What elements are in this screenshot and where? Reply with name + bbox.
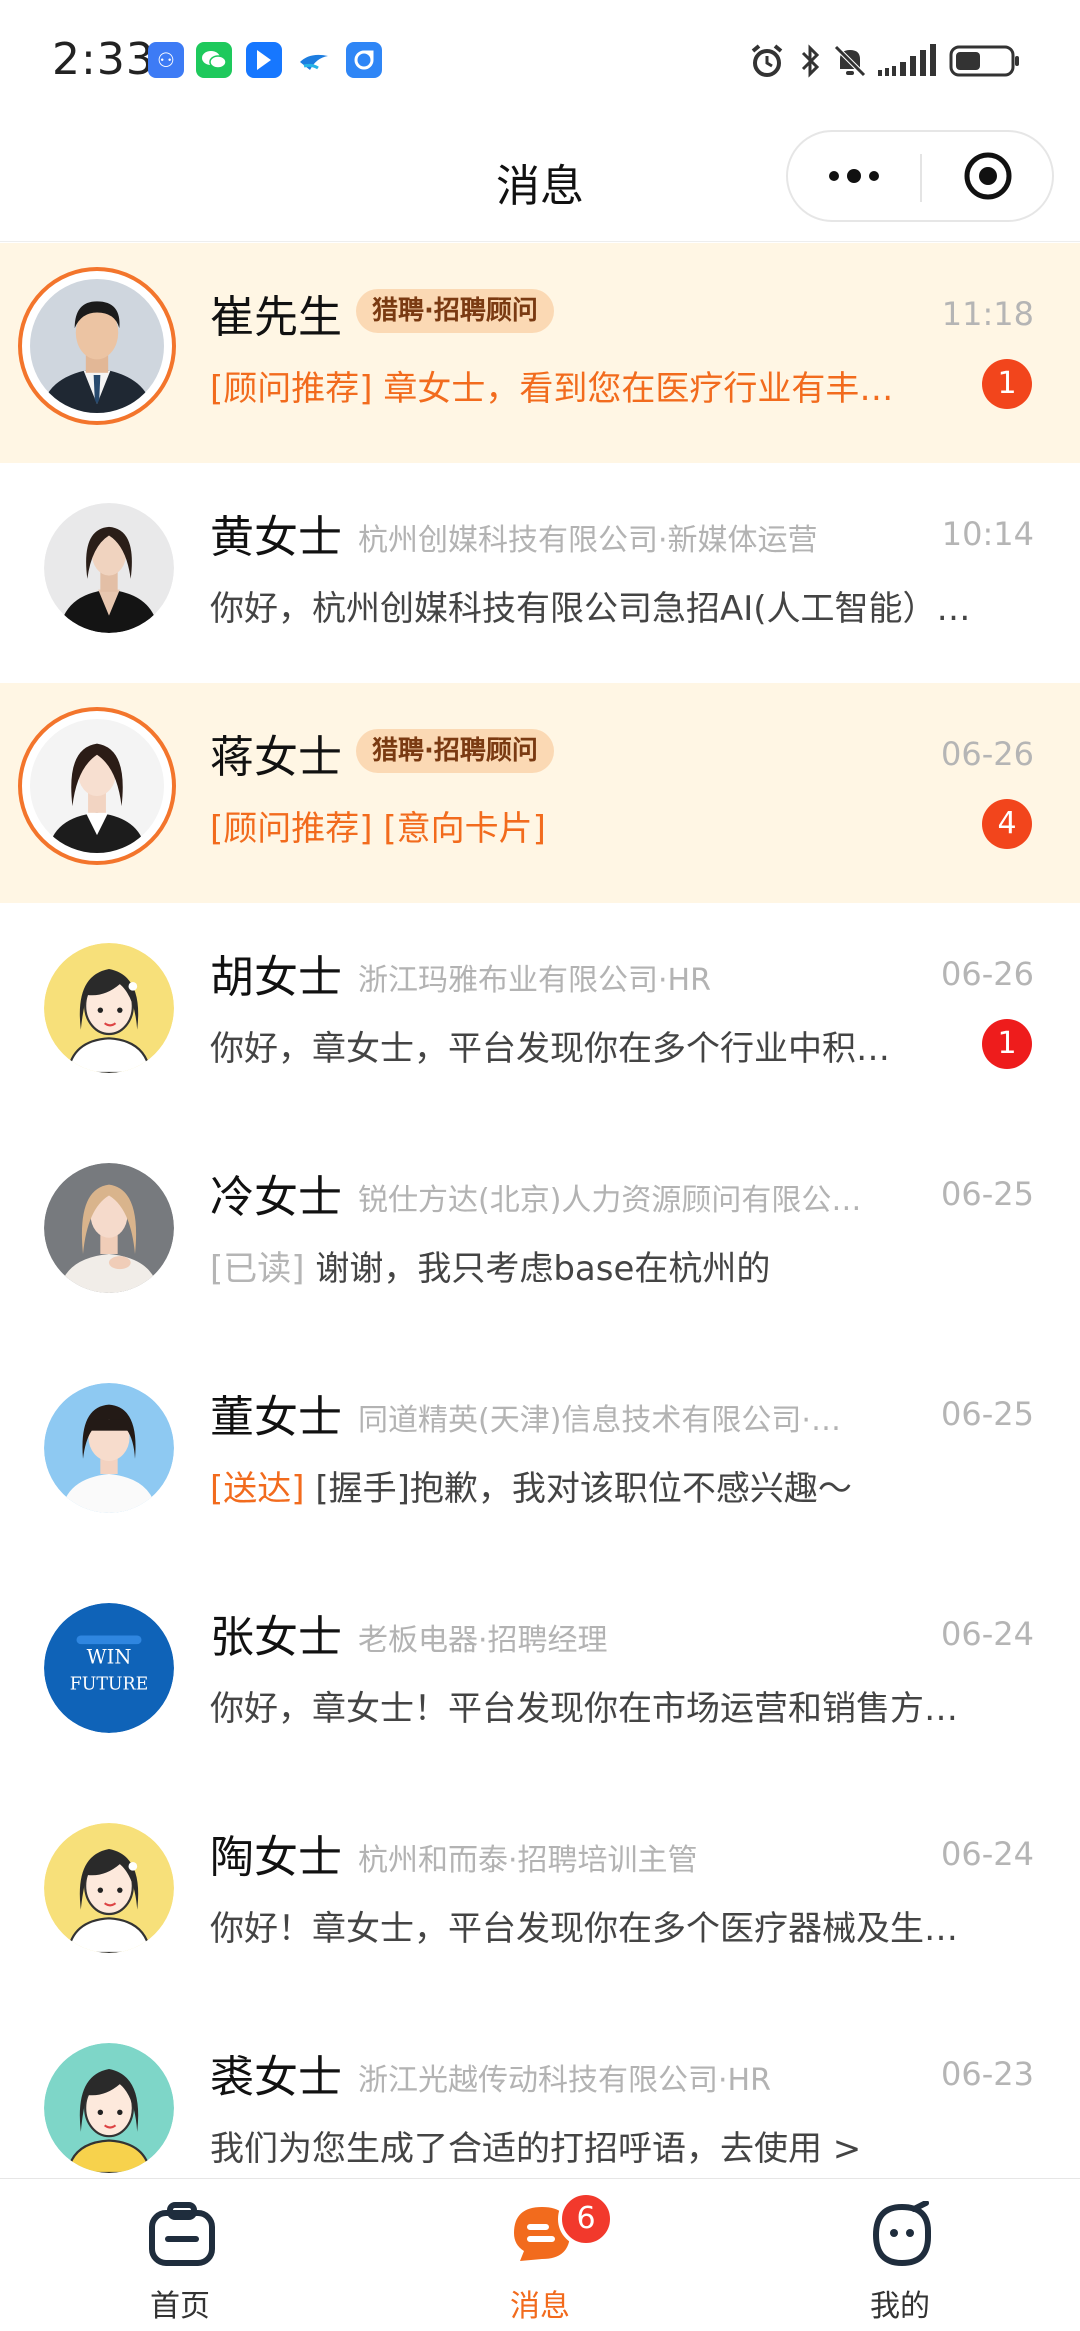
svg-text:FUTURE: FUTURE [70,1675,148,1695]
app-d-icon [346,42,382,78]
message-preview: 你好，章女士，平台发现你在多个行业中积… [210,1029,890,1069]
message-preview: 我们为您生成了合适的打招呼语，去使用 > [210,2129,862,2169]
message-time: 06-24 [941,1835,1034,1873]
message-row[interactable]: 蒋女士 猎聘·招聘顾问 06-26 [顾问推荐] [意向卡片] 4 [0,683,1080,903]
briefcase-icon [149,2202,215,2266]
contact-name: 崔先生 [210,292,342,343]
avatar [44,1383,174,1513]
company-title: 浙江玛雅布业有限公司·HR [358,963,711,998]
message-preview: 你好！章女士，平台发现你在多个医疗器械及生… [210,1909,958,1949]
contact-name: 董女士 [210,1392,342,1443]
tab-messages-label: 消息 [510,2289,570,2324]
preview-text: [握手]抱歉，我对该职位不感兴趣～ [304,1469,852,1509]
message-time: 10:14 [941,515,1034,553]
contact-name: 蒋女士 [210,732,342,783]
tab-mine-label: 我的 [870,2289,930,2324]
close-mini-program-button[interactable] [922,132,1054,220]
tab-home-label: 首页 [150,2289,210,2324]
target-close-icon [964,152,1012,200]
app-b-icon [246,42,282,78]
alarm-icon [748,42,786,80]
message-row[interactable]: 崔先生 猎聘·招聘顾问 11:18 [顾问推荐] 章女士，看到您在医疗行业有丰…… [0,243,1080,463]
messages-screen: 2:33 ⚇ 消息 崔先生 猎聘·招聘顾问 11:18 [顾问推荐] 章女士，看… [0,0,1080,2331]
message-time: 06-24 [941,1615,1034,1653]
profile-face-icon [872,2201,931,2267]
status-time: 2:33 [52,34,155,85]
more-button[interactable] [788,132,920,220]
nav-bar: 消息 [0,120,1080,242]
status-bar: 2:33 ⚇ [0,0,1080,120]
messages-unread-badge: 6 [558,2191,614,2247]
tab-home[interactable]: 首页 [0,2179,360,2331]
unread-badge: 1 [982,359,1032,409]
avatar [18,267,176,425]
more-dots-icon [829,169,879,183]
unread-badge: 1 [982,1019,1032,1069]
contact-name: 黄女士 [210,512,342,563]
message-row[interactable]: 陶女士 杭州和而泰·招聘培训主管 06-24 你好！章女士，平台发现你在多个医疗… [0,1783,1080,2003]
message-time: 11:18 [941,295,1034,333]
preview-prefix: [顾问推荐] [意向卡片] [210,809,546,849]
avatar: WIN FUTURE [44,1603,174,1733]
contact-name: 冷女士 [210,1172,342,1223]
avatar [44,1823,174,1953]
company-title: 锐仕方达(北京)人力资源顾问有限公… [358,1183,862,1218]
bluetooth-icon [796,42,826,80]
preview-text: 章女士，看到您在医疗行业有丰… [372,369,894,409]
app-c-icon [296,42,332,78]
recruiter-tag: 猎聘·招聘顾问 [356,289,554,333]
message-preview: [送达] [握手]抱歉，我对该职位不感兴趣～ [210,1461,990,1510]
unread-badge: 4 [982,799,1032,849]
company-title: 杭州和而泰·招聘培训主管 [358,1843,698,1878]
company-title: 浙江光越传动科技有限公司·HR [358,2063,771,2098]
message-preview: [顾问推荐] 章女士，看到您在医疗行业有丰… [210,361,990,410]
battery-icon [948,42,1022,80]
message-time: 06-23 [941,2055,1034,2093]
avatar [44,1163,174,1293]
message-time: 06-26 [941,955,1034,993]
contact-name: 陶女士 [210,1832,342,1883]
signal-icon [876,42,938,80]
preview-prefix: [顾问推荐] [210,369,373,409]
delivered-status: [送达] [210,1469,305,1509]
message-preview: [顾问推荐] [意向卡片] [210,801,990,850]
contact-name: 胡女士 [210,952,342,1003]
recruiter-tag: 猎聘·招聘顾问 [356,729,554,773]
tab-messages[interactable]: 6 消息 [360,2179,720,2331]
avatar [18,707,176,865]
message-row[interactable]: 董女士 同道精英(天津)信息技术有限公司·… 06-25 [送达] [握手]抱歉… [0,1343,1080,1563]
wechat-icon [196,42,232,78]
preview-text: 谢谢，我只考虑base在杭州的 [304,1249,771,1289]
avatar [44,2043,174,2173]
message-preview: 你好，杭州创媒科技有限公司急招AI(人工智能）… [210,589,971,629]
logo-text: WIN [87,1646,132,1669]
company-title: 杭州创媒科技有限公司·新媒体运营 [358,523,818,558]
message-time: 06-25 [941,1395,1034,1433]
company-title: 老板电器·招聘经理 [358,1623,608,1658]
message-preview: 你好，章女士！平台发现你在市场运营和销售方… [210,1689,958,1729]
message-time: 06-26 [941,735,1034,773]
message-list: 崔先生 猎聘·招聘顾问 11:18 [顾问推荐] 章女士，看到您在医疗行业有丰…… [0,243,1080,2223]
app-a-icon: ⚇ [148,42,184,78]
mute-icon [832,42,868,80]
message-row[interactable]: 胡女士 浙江玛雅布业有限公司·HR 06-26 你好，章女士，平台发现你在多个行… [0,903,1080,1123]
contact-name: 裘女士 [210,2052,342,2103]
contact-name: 张女士 [210,1612,342,1663]
company-title: 同道精英(天津)信息技术有限公司·… [358,1403,841,1438]
message-preview: [已读] 谢谢，我只考虑base在杭州的 [210,1241,990,1290]
message-row[interactable]: 冷女士 锐仕方达(北京)人力资源顾问有限公… 06-25 [已读] 谢谢，我只考… [0,1123,1080,1343]
read-status: [已读] [210,1249,305,1289]
avatar [44,503,174,633]
message-row[interactable]: WIN FUTURE 张女士 老板电器·招聘经理 06-24 你好，章女士！平台… [0,1563,1080,1783]
message-row[interactable]: 黄女士 杭州创媒科技有限公司·新媒体运营 10:14 你好，杭州创媒科技有限公司… [0,463,1080,683]
avatar [44,943,174,1073]
message-time: 06-25 [941,1175,1034,1213]
tab-mine[interactable]: 我的 [720,2179,1080,2331]
bottom-tab-bar: 首页 6 消息 我的 [0,2178,1080,2331]
mini-program-capsule [786,130,1054,222]
